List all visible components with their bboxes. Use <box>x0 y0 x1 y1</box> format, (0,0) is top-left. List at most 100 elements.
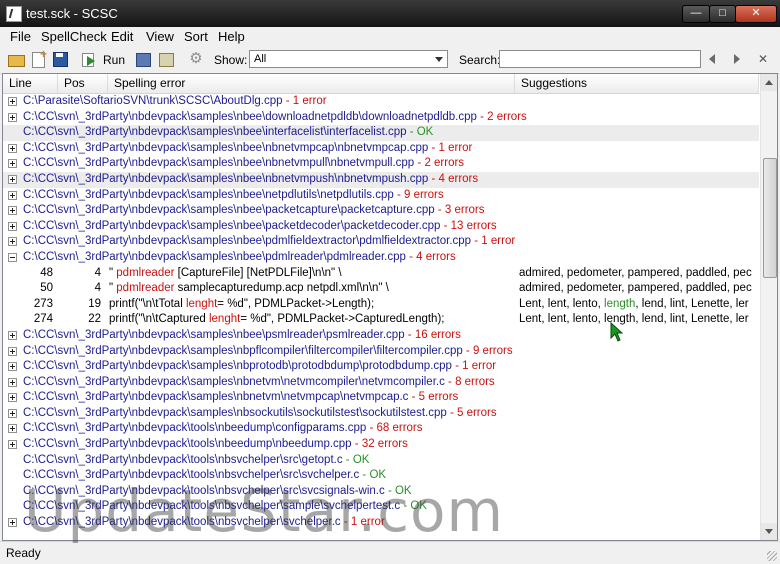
file-path: C:\CC\svn\_3rdParty\nbdevpack\samples\nb… <box>23 234 515 250</box>
save-icon[interactable] <box>52 51 68 67</box>
expand-icon[interactable] <box>8 206 17 216</box>
file-row[interactable]: C:\CC\svn\_3rdParty\nbdevpack\samples\nb… <box>3 390 759 406</box>
run-button[interactable]: Run <box>103 53 125 67</box>
file-path: C:\CC\svn\_3rdParty\nbdevpack\tools\nbsv… <box>23 453 369 469</box>
file-row[interactable]: C:\CC\svn\_3rdParty\nbdevpack\samples\nb… <box>3 406 759 422</box>
file-row[interactable]: C:\CC\svn\_3rdParty\nbdevpack\samples\nb… <box>3 110 759 126</box>
stack-icon[interactable] <box>135 51 151 67</box>
scroll-up-icon[interactable] <box>761 74 777 91</box>
scroll-thumb[interactable] <box>763 158 777 278</box>
error-row[interactable]: 48 4 " pdmlreader [CaptureFile] [NetPDLFil… <box>3 266 759 282</box>
file-row[interactable]: C:\CC\svn\_3rdParty\nbdevpack\samples\nb… <box>3 234 759 250</box>
expand-icon[interactable] <box>8 237 17 247</box>
scroll-down-icon[interactable] <box>761 523 777 540</box>
expand-icon[interactable] <box>8 112 17 122</box>
file-row[interactable]: C:\CC\svn\_3rdParty\nbdevpack\samples\nb… <box>3 188 759 204</box>
expand-icon[interactable] <box>8 424 17 434</box>
show-filter-select[interactable]: All <box>249 50 448 68</box>
file-status: - 5 errors <box>408 391 459 404</box>
file-row[interactable]: C:\CC\svn\_3rdParty\nbdevpack\tools\nbsv… <box>3 453 759 469</box>
results-list[interactable]: Line Pos Spelling error Suggestions C:\P… <box>2 73 778 541</box>
file-row[interactable]: C:\CC\svn\_3rdParty\nbdevpack\samples\nb… <box>3 141 759 157</box>
file-row[interactable]: C:\Parasite\SoftarioSVN\trunk\SCSC\About… <box>3 94 759 110</box>
maximize-button[interactable]: □ <box>709 5 736 23</box>
expand-icon[interactable] <box>8 143 17 153</box>
file-row[interactable]: C:\CC\svn\_3rdParty\nbdevpack\samples\nb… <box>3 359 759 375</box>
menu-sort[interactable]: Sort <box>184 29 208 44</box>
menu-spellcheck[interactable]: SpellCheck <box>41 29 107 44</box>
suggestion-highlight[interactable]: length <box>604 298 635 310</box>
suggestions[interactable]: Lent, lent, lento, length, lend, lint, L… <box>519 312 759 328</box>
file-row[interactable]: C:\CC\svn\_3rdParty\nbdevpack\samples\nb… <box>3 375 759 391</box>
file-path: C:\CC\svn\_3rdParty\nbdevpack\samples\nb… <box>23 406 497 422</box>
menu-view[interactable]: View <box>146 29 174 44</box>
file-row[interactable]: C:\CC\svn\_3rdParty\nbdevpack\samples\nb… <box>3 203 759 219</box>
file-row[interactable]: C:\CC\svn\_3rdParty\nbdevpack\tools\nbee… <box>3 437 759 453</box>
file-path-text: C:\Parasite\SoftarioSVN\trunk\SCSC\About… <box>23 95 283 107</box>
app-icon[interactable] <box>6 6 22 22</box>
expand-icon[interactable] <box>8 408 17 418</box>
error-row[interactable]: 273 19 printf("\n\tTotal lenght= %d", PDML… <box>3 297 759 313</box>
expand-icon[interactable] <box>8 346 17 356</box>
file-row[interactable]: C:\CC\svn\_3rdParty\nbdevpack\samples\nb… <box>3 250 759 266</box>
close-search-icon[interactable]: ✕ <box>756 52 770 66</box>
file-status: - 13 errors <box>440 219 497 232</box>
expand-icon[interactable] <box>8 362 17 372</box>
column-spelling-error[interactable]: Spelling error <box>108 74 515 93</box>
file-path: C:\CC\svn\_3rdParty\nbdevpack\samples\nb… <box>23 390 458 406</box>
settings-icon[interactable]: ⚙ <box>188 51 204 67</box>
suggestions[interactable]: admired, pedometer, pampered, paddled, p… <box>519 281 759 297</box>
find-next-icon[interactable] <box>731 52 743 66</box>
expand-icon[interactable] <box>8 190 17 200</box>
expand-icon[interactable] <box>8 159 17 169</box>
file-row[interactable]: C:\CC\svn\_3rdParty\nbdevpack\samples\nb… <box>3 171 759 188</box>
file-row[interactable]: C:\CC\svn\_3rdParty\nbdevpack\samples\nb… <box>3 125 759 141</box>
close-button[interactable]: ✕ <box>735 5 777 23</box>
file-path: C:\CC\svn\_3rdParty\nbdevpack\samples\nb… <box>23 328 461 344</box>
expand-icon[interactable] <box>8 97 17 106</box>
expand-icon[interactable] <box>8 330 17 340</box>
column-suggestions[interactable]: Suggestions <box>515 74 759 93</box>
column-pos[interactable]: Pos <box>58 74 108 93</box>
expand-icon[interactable] <box>8 440 17 450</box>
file-path-text: C:\CC\svn\_3rdParty\nbdevpack\samples\nb… <box>23 110 477 123</box>
suggestions[interactable]: Lent, lent, lento, length, lend, lint, L… <box>519 297 759 313</box>
column-line[interactable]: Line <box>3 74 58 93</box>
file-status: - OK <box>406 126 434 139</box>
file-path-text: C:\CC\svn\_3rdParty\nbdevpack\samples\nb… <box>23 360 452 373</box>
search-input[interactable] <box>499 50 701 68</box>
file-row[interactable]: C:\CC\svn\_3rdParty\nbdevpack\samples\nb… <box>3 344 759 360</box>
file-row[interactable]: C:\CC\svn\_3rdParty\nbdevpack\samples\nb… <box>3 156 759 172</box>
dictionary-icon[interactable] <box>158 51 174 67</box>
resize-grip-icon[interactable] <box>767 551 777 561</box>
find-previous-icon[interactable] <box>707 52 719 66</box>
expand-icon[interactable] <box>8 221 17 231</box>
file-path-text: C:\CC\svn\_3rdParty\nbdevpack\samples\nb… <box>23 172 429 185</box>
expand-icon[interactable] <box>8 518 17 528</box>
file-status: - 1 error <box>471 235 516 248</box>
collapse-icon[interactable] <box>8 252 17 262</box>
expand-icon[interactable] <box>8 393 17 403</box>
new-file-icon[interactable] <box>30 47 47 68</box>
menu-help[interactable]: Help <box>218 29 245 44</box>
misspelled-word: pdmlreader <box>116 282 175 295</box>
file-row[interactable]: C:\CC\svn\_3rdParty\nbdevpack\samples\nb… <box>3 219 759 235</box>
open-folder-icon[interactable] <box>8 51 25 67</box>
file-row[interactable]: C:\CC\svn\_3rdParty\nbdevpack\tools\nbee… <box>3 421 759 437</box>
file-status: - 4 errors <box>428 172 479 185</box>
file-path-text: C:\CC\svn\_3rdParty\nbdevpack\tools\nbee… <box>23 438 352 451</box>
title-bar[interactable]: test.sck - SCSC — □ ✕ <box>0 0 780 27</box>
file-path-text: C:\CC\svn\_3rdParty\nbdevpack\tools\nbee… <box>23 422 367 435</box>
error-row[interactable]: 274 22 printf("\n\tCaptured lenght= %d", P… <box>3 312 759 328</box>
error-row[interactable]: 50 4 " pdmlreader samplecapturedump.acp ne… <box>3 281 759 297</box>
expand-icon[interactable] <box>8 377 17 387</box>
minimize-button[interactable]: — <box>682 5 710 23</box>
run-icon[interactable] <box>81 51 97 67</box>
menu-edit[interactable]: Edit <box>111 29 133 44</box>
menu-file[interactable]: File <box>10 29 31 44</box>
vertical-scrollbar[interactable] <box>760 74 777 540</box>
file-row[interactable]: C:\CC\svn\_3rdParty\nbdevpack\samples\nb… <box>3 328 759 344</box>
expand-icon[interactable] <box>8 174 17 184</box>
suggestions[interactable]: admired, pedometer, pampered, paddled, p… <box>519 266 759 282</box>
file-status: - 32 errors <box>351 438 408 451</box>
